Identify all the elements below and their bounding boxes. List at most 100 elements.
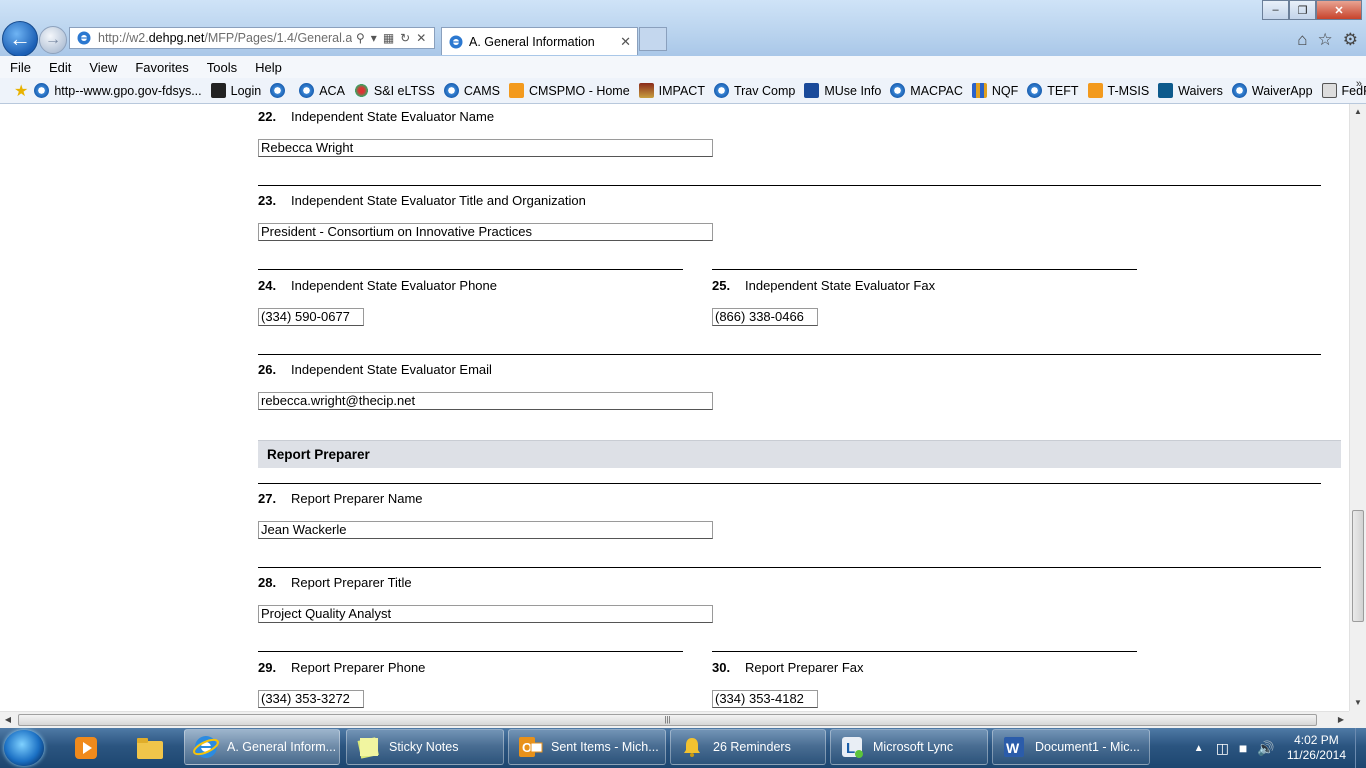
favorite-blank[interactable] (270, 83, 290, 98)
favorite-aca[interactable]: ACA (299, 83, 345, 98)
scrollbar-corner (1349, 711, 1366, 728)
divider (258, 185, 1321, 186)
system-tray: ▲ ◫ ■ 🔊 4:02 PM 11/26/2014 (1194, 728, 1366, 768)
favorites-star-icon[interactable]: ☆ (1318, 30, 1333, 50)
close-window-button[interactable]: ✕ (1316, 0, 1362, 20)
favorite-teft[interactable]: TEFT (1027, 83, 1079, 98)
q26-label: 26. Independent State Evaluator Email (258, 362, 492, 377)
favorite-cams[interactable]: CAMS (443, 83, 500, 98)
menu-favorites[interactable]: Favorites (125, 60, 196, 75)
evaluator-email-field[interactable]: rebecca.wright@thecip.net (258, 392, 713, 410)
volume-icon[interactable]: 🔊 (1257, 740, 1274, 757)
home-icon[interactable]: ⌂ (1297, 30, 1307, 50)
word-icon: W (1004, 737, 1024, 757)
evaluator-title-field[interactable]: President - Consortium on Innovative Pra… (258, 223, 713, 241)
q25-label: 25. Independent State Evaluator Fax (712, 278, 936, 293)
evaluator-name-field[interactable]: Rebecca Wright (258, 139, 713, 157)
ie-page-icon (1231, 83, 1247, 98)
favorite-gpo[interactable]: http--www.gpo.gov-fdsys... (34, 83, 202, 98)
add-favorites-star-icon[interactable]: ★ (14, 81, 28, 101)
minimize-button[interactable]: – (1262, 0, 1289, 20)
show-hidden-icons-icon[interactable]: ▲ (1194, 743, 1204, 754)
preparer-name-field[interactable]: Jean Wackerle (258, 521, 713, 539)
menu-tools[interactable]: Tools (197, 60, 245, 75)
ie-page-icon (77, 31, 91, 45)
scroll-down-icon[interactable]: ▼ (1350, 695, 1366, 711)
tab-general-information[interactable]: A. General Information ✕ (441, 27, 638, 55)
divider (258, 269, 683, 270)
dropdown-icon[interactable]: ▾ (371, 31, 377, 45)
menu-edit[interactable]: Edit (39, 60, 79, 75)
start-button[interactable] (4, 730, 44, 766)
task-outlook-sent-items[interactable]: O Sent Items - Mich... (508, 729, 666, 765)
film-icon (210, 83, 226, 98)
task-microsoft-lync[interactable]: L Microsoft Lync (830, 729, 988, 765)
vertical-scrollbar[interactable]: ▲ ▼ (1349, 104, 1366, 711)
svg-text:L: L (846, 740, 855, 757)
scroll-left-icon[interactable]: ◀ (0, 712, 16, 728)
ie-page-icon (299, 83, 315, 98)
clock-date: 11/26/2014 (1286, 748, 1346, 762)
cdc-icon (804, 83, 820, 98)
power-icon[interactable]: ◫ (1216, 740, 1229, 757)
favorite-waivers[interactable]: Waivers (1158, 83, 1223, 98)
bell-icon (684, 738, 700, 757)
evaluator-phone-field[interactable]: (334) 590-0677 (258, 308, 364, 326)
favorite-login[interactable]: Login (210, 83, 261, 98)
divider (258, 567, 1321, 568)
favorite-trav-comp[interactable]: Trav Comp (713, 83, 795, 98)
horizontal-scroll-thumb[interactable]: ||| (18, 714, 1317, 726)
q27-label: 27. Report Preparer Name (258, 491, 423, 506)
favorite-nqf[interactable]: NQF (971, 83, 1018, 98)
menu-view[interactable]: View (79, 60, 125, 75)
ie-tab-icon (449, 35, 463, 48)
maximize-button[interactable]: ❐ (1289, 0, 1316, 20)
q28-label: 28. Report Preparer Title (258, 575, 412, 590)
url-text[interactable]: http://w2.dehpg.net/MFP/Pages/1.4/Genera… (98, 31, 352, 45)
favorite-cmspmo-home[interactable]: CMSPMO - Home (508, 83, 630, 98)
favorite-waiverapp[interactable]: WaiverApp (1231, 83, 1313, 98)
forward-button[interactable]: → (39, 26, 67, 54)
stop-icon[interactable]: ✕ (416, 31, 426, 45)
evaluator-fax-field[interactable]: (866) 338-0466 (712, 308, 818, 326)
favorite-impact[interactable]: IMPACT (638, 83, 705, 98)
media-player-icon[interactable] (64, 732, 108, 764)
close-tab-icon[interactable]: ✕ (620, 34, 631, 50)
scroll-up-icon[interactable]: ▲ (1350, 104, 1366, 120)
refresh-icon[interactable]: ↻ (400, 31, 410, 45)
preparer-phone-field[interactable]: (334) 353-3272 (258, 690, 364, 708)
back-button[interactable]: ← (2, 21, 38, 57)
preparer-fax-field[interactable]: (334) 353-4182 (712, 690, 818, 708)
ie-page-icon (1027, 83, 1043, 98)
task-reminders[interactable]: 26 Reminders (670, 729, 826, 765)
show-desktop-button[interactable] (1355, 728, 1366, 768)
lync-icon: L (842, 737, 863, 758)
clock[interactable]: 4:02 PM 11/26/2014 (1287, 733, 1346, 763)
task-internet-explorer[interactable]: A. General Inform... (184, 729, 340, 765)
scroll-right-icon[interactable]: ▶ (1333, 712, 1349, 728)
address-bar[interactable]: http://w2.dehpg.net/MFP/Pages/1.4/Genera… (69, 27, 435, 49)
favorite-macpac[interactable]: MACPAC (890, 83, 963, 98)
network-icon[interactable]: ■ (1239, 740, 1247, 756)
q29-label: 29. Report Preparer Phone (258, 660, 426, 675)
favorite-muse-info[interactable]: MUse Info (804, 83, 881, 98)
preparer-title-field[interactable]: Project Quality Analyst (258, 605, 713, 623)
search-icon[interactable]: ⚲ (356, 31, 365, 45)
eagle-icon (638, 83, 654, 98)
q22-label: 22. Independent State Evaluator Name (258, 109, 495, 124)
explorer-folder-icon[interactable] (128, 732, 172, 764)
new-tab-button[interactable] (639, 27, 667, 51)
vertical-scroll-thumb[interactable] (1352, 510, 1364, 622)
gear-icon[interactable]: ⚙ (1343, 30, 1358, 50)
browser-title-bar: ← → http://w2.dehpg.net/MFP/Pages/1.4/Ge… (0, 0, 1366, 57)
q24-label: 24. Independent State Evaluator Phone (258, 278, 497, 293)
favorite-t-msis[interactable]: T-MSIS (1087, 83, 1149, 98)
menu-file[interactable]: File (0, 60, 39, 75)
favorite-si-eltss[interactable]: S&I eLTSS (353, 83, 435, 98)
compatibility-icon[interactable]: ▦ (383, 31, 394, 45)
favorites-overflow-icon[interactable]: » (1356, 78, 1362, 90)
menu-help[interactable]: Help (245, 60, 290, 75)
horizontal-scrollbar[interactable]: ◀ ||| ▶ (0, 711, 1349, 728)
task-word-document[interactable]: W Document1 - Mic... (992, 729, 1150, 765)
task-sticky-notes[interactable]: Sticky Notes (346, 729, 504, 765)
